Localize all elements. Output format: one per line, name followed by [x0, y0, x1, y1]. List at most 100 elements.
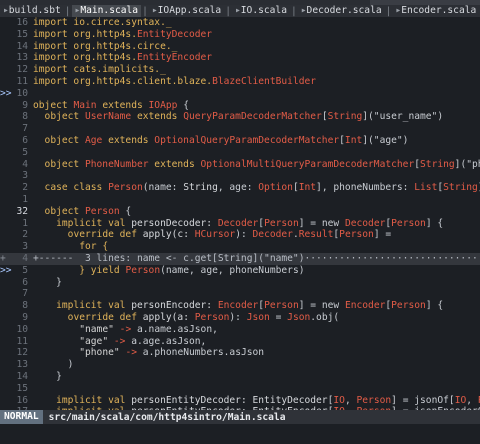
code-line[interactable]: 6}	[0, 277, 480, 289]
code-token: Result	[298, 229, 334, 241]
code-line[interactable]: 3 for {	[0, 241, 480, 253]
code-token: ,	[344, 394, 357, 406]
code-line[interactable]: 9 override def apply(a: Person): Json = J…	[0, 312, 480, 324]
code-token: OptionalQueryParamDecoderMatcher	[154, 134, 340, 146]
code-line[interactable]: 12 "phone" -> a.phoneNumbers.asJson	[0, 347, 480, 359]
code-token: ):	[229, 311, 247, 323]
tab-encoder-scala[interactable]: ▸Encoder.scala	[392, 5, 479, 17]
line-number: 16	[16, 394, 28, 406]
code-text: "phone" -> a.phoneNumbers.asJson	[79, 347, 264, 359]
code-token: EntityDecoder	[252, 394, 328, 406]
code-token: override def	[67, 311, 143, 323]
code-line[interactable]: 8 implicit val personEncoder: Encoder[Per…	[0, 300, 480, 312]
code-line[interactable]: 5	[0, 147, 480, 159]
code-token: extends	[131, 111, 184, 123]
code-line[interactable]: 16 implicit val personEntityDecoder: Enti…	[0, 395, 480, 407]
code-token: "phone"	[79, 347, 126, 359]
sign-column	[0, 206, 14, 218]
tab-io-scala[interactable]: ▸IO.scala	[232, 5, 290, 17]
code-line[interactable]: 15	[0, 383, 480, 395]
tab-separator: |	[385, 5, 392, 17]
code-line[interactable]: 2 override def apply(c: HCursor): Decoder…	[0, 229, 480, 241]
code-line[interactable]: 11 import org.http4s.client.blaze.BlazeCl…	[0, 76, 480, 88]
code-token: personDecoder:	[131, 217, 218, 229]
code-token: Person	[264, 217, 299, 229]
code-token: for {	[79, 241, 109, 253]
tab-build-sbt[interactable]: ▸build.sbt	[0, 5, 64, 17]
code-line[interactable]: 15 import org.http4s.EntityDecoder	[0, 29, 480, 41]
code-token: import org.http4s.client.blaze.	[33, 75, 213, 87]
code-line[interactable]: 13)	[0, 359, 480, 371]
code-line[interactable]: 2 case class Person(name: String, age: Op…	[0, 182, 480, 194]
code-token: EntityEncoder	[136, 52, 213, 64]
code-token: Person	[356, 394, 392, 406]
tab-ioapp-scala[interactable]: ▸IOApp.scala	[149, 5, 224, 17]
code-token: } yield	[79, 264, 126, 276]
code-token: (name:	[142, 182, 184, 194]
code-line[interactable]: 7	[0, 123, 480, 135]
code-line[interactable]: >> 10	[0, 88, 480, 100]
sign-column	[0, 52, 14, 64]
code-line[interactable]: 4 object PhoneNumber extends OptionalMult…	[0, 159, 480, 171]
sign-column	[0, 359, 14, 371]
line-number: 5	[22, 146, 28, 158]
code-line[interactable]: 16 import io.circe.syntax._	[0, 17, 480, 29]
code-token: UserName	[84, 111, 132, 123]
code-token: ] =	[373, 229, 392, 241]
code-token: ], phoneNumbers:	[316, 182, 415, 194]
line-number: 13	[16, 52, 28, 64]
sign-column: +	[0, 252, 6, 264]
line-number: 1	[22, 217, 28, 229]
line-number: 9	[22, 99, 28, 111]
sign-column	[0, 29, 14, 41]
code-token: }	[56, 276, 62, 288]
code-token: ]("age")	[362, 134, 409, 146]
code-line[interactable]: 9 object Main extends IOApp {	[0, 100, 480, 112]
code-text: )	[68, 359, 74, 371]
tab-decoder-scala[interactable]: ▸Decoder.scala	[298, 5, 385, 17]
code-line[interactable]: 10 "name" -> a.name.asJson,	[0, 324, 480, 336]
code-token: object	[33, 99, 74, 111]
code-fold[interactable]: +4 +------ 3 lines: name <- c.get[String]…	[0, 252, 480, 265]
code-token: , age:	[217, 182, 259, 194]
sign-column	[0, 371, 14, 383]
code-line[interactable]: >> 5} yield Person(name, age, phoneNumber…	[0, 265, 480, 277]
sign-column	[0, 76, 14, 88]
tab-label: Main.scala	[80, 5, 139, 16]
code-token: Int	[344, 134, 363, 146]
line-number: 6	[22, 276, 28, 288]
code-line[interactable]: 14 import org.http4s.circe._	[0, 41, 480, 53]
code-token: Person	[125, 264, 161, 276]
code-token: apply(c:	[142, 229, 195, 241]
code-text: "age" -> a.age.asJson,	[79, 336, 206, 348]
code-token: "name"	[79, 323, 120, 335]
code-token: extends	[102, 134, 155, 146]
tab-main-scala[interactable]: ▸Main.scala	[71, 5, 142, 17]
sign-column	[0, 218, 14, 230]
code-line[interactable]: 11 "age" -> a.age.asJson,	[0, 336, 480, 348]
line-number: 1	[22, 193, 28, 205]
code-line[interactable]: 7	[0, 288, 480, 300]
code-line[interactable]: 14}	[0, 371, 480, 383]
code-line[interactable]: 1	[0, 194, 480, 206]
code-text: object UserName extends QueryParamDecode…	[45, 111, 444, 123]
code-line[interactable]: 6 object Age extends OptionalQueryParamDe…	[0, 135, 480, 147]
code-line[interactable]: 12 import cats.implicits._	[0, 64, 480, 76]
code-line[interactable]: 1 implicit val personDecoder: Decoder[Per…	[0, 218, 480, 230]
code-line[interactable]: 13 import org.http4s.EntityEncoder	[0, 52, 480, 64]
code-line-current[interactable]: 32 object Person {	[0, 206, 480, 218]
sign-column	[0, 288, 14, 300]
tab-label: Decoder.scala	[306, 5, 382, 16]
code-token: extends	[148, 158, 201, 170]
code-editor[interactable]: 16 import io.circe.syntax._ 15 import org.…	[0, 17, 480, 410]
code-token: Encoder	[217, 300, 259, 312]
code-token: String	[420, 158, 455, 170]
code-line[interactable]: 8 object UserName extends QueryParamDecod…	[0, 111, 480, 123]
code-line[interactable]: 3	[0, 170, 480, 182]
code-text: +------ 3 lines: name <- c.get[String]("…	[33, 253, 480, 265]
line-number: 6	[22, 134, 28, 146]
code-token: Encoder	[344, 300, 386, 312]
command-line[interactable]	[0, 424, 480, 444]
line-number: 11	[16, 75, 28, 87]
line-number: 16	[16, 17, 28, 28]
